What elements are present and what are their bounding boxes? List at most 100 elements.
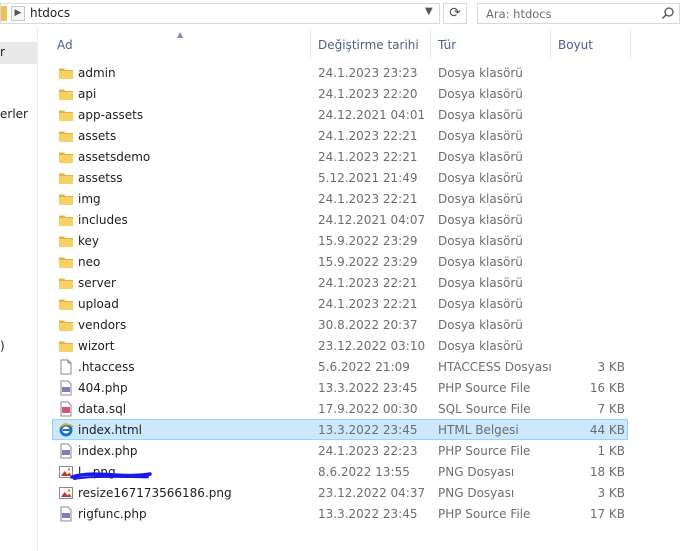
search-input[interactable] xyxy=(486,6,656,21)
file-row[interactable]: assets 24.1.2023 22:21 Dosya klasörü xyxy=(52,125,628,146)
file-date: 24.1.2023 22:20 xyxy=(318,87,418,101)
sql-file-icon xyxy=(58,401,74,417)
file-row[interactable]: data.sql 17.9.2022 00:30 SQL Source File 7 … xyxy=(52,398,628,419)
file-row[interactable]: neo 15.9.2022 23:29 Dosya klasörü xyxy=(52,251,628,272)
chevron-right-icon[interactable]: ▶ xyxy=(11,6,25,21)
file-row[interactable]: admin 24.1.2023 23:23 Dosya klasörü xyxy=(52,62,628,83)
refresh-icon: ⟳ xyxy=(449,5,461,21)
column-divider[interactable] xyxy=(310,30,311,58)
file-type: Dosya klasörü xyxy=(438,339,523,353)
file-date: 5.6.2022 21:09 xyxy=(318,360,410,374)
file-name: server xyxy=(78,276,116,290)
address-bar[interactable]: ▶ htdocs ▼ xyxy=(0,3,440,24)
file-type: Dosya klasörü xyxy=(438,171,523,185)
php-file-icon xyxy=(58,443,74,459)
file-row[interactable]: upload 24.1.2023 22:21 Dosya klasörü xyxy=(52,293,628,314)
column-header-name[interactable]: Ad xyxy=(57,38,73,52)
folder-icon xyxy=(58,128,74,144)
file-type: Dosya klasörü xyxy=(438,213,523,227)
file-size: 1 KB xyxy=(597,444,625,458)
file-size: 17 KB xyxy=(589,507,625,521)
file-name: resize167173566186.png xyxy=(78,486,232,500)
file-size: 3 KB xyxy=(597,486,625,500)
navigation-pane: r erler ) xyxy=(0,28,38,551)
file-date: 5.12.2021 21:49 xyxy=(318,171,418,185)
folder-icon xyxy=(58,191,74,207)
column-divider[interactable] xyxy=(630,30,631,58)
file-date: 13.3.2022 23:45 xyxy=(318,381,418,395)
file-type: Dosya klasörü xyxy=(438,234,523,248)
file-name: key xyxy=(78,234,100,248)
column-header-type[interactable]: Tür xyxy=(438,38,456,52)
file-type: PNG Dosyası xyxy=(438,465,515,479)
nav-selected-item[interactable] xyxy=(0,42,37,64)
folder-icon xyxy=(58,275,74,291)
folder-icon xyxy=(58,65,74,81)
file-name: admin xyxy=(78,66,116,80)
file-size: 3 KB xyxy=(597,360,625,374)
chevron-down-icon[interactable]: ▼ xyxy=(425,6,433,17)
file-row[interactable]: rigfunc.php 13.3.2022 23:45 PHP Source Fil… xyxy=(52,503,628,524)
file-row[interactable]: index.html 13.3.2022 23:45 HTML Belgesi 44 … xyxy=(52,419,628,440)
file-row[interactable]: app-assets 24.12.2021 04:01 Dosya klasörü xyxy=(52,104,628,125)
file-name: upload xyxy=(78,297,119,311)
column-divider[interactable] xyxy=(430,30,431,58)
file-row[interactable]: assetsdemo 24.1.2023 22:21 Dosya klasörü xyxy=(52,146,628,167)
file-date: 24.12.2021 04:01 xyxy=(318,108,426,122)
file-date: 24.1.2023 22:23 xyxy=(318,444,418,458)
file-name: img xyxy=(78,192,101,206)
column-headers: ▲ Ad Değiştirme tarihi Tür Boyut xyxy=(40,30,640,58)
file-date: 24.1.2023 22:21 xyxy=(318,276,418,290)
file-name: 404.php xyxy=(78,381,128,395)
file-date: 17.9.2022 00:30 xyxy=(318,402,418,416)
file-type: Dosya klasörü xyxy=(438,150,523,164)
file-row[interactable]: key 15.9.2022 23:29 Dosya klasörü xyxy=(52,230,628,251)
column-divider[interactable] xyxy=(550,30,551,58)
file-type: Dosya klasörü xyxy=(438,66,523,80)
file-row[interactable]: wizort 23.12.2022 03:10 Dosya klasörü xyxy=(52,335,628,356)
file-date: 23.12.2022 03:10 xyxy=(318,339,426,353)
folder-icon xyxy=(58,233,74,249)
file-name: api xyxy=(78,87,97,101)
folder-icon xyxy=(58,296,74,312)
file-type: SQL Source File xyxy=(438,402,531,416)
file-name: assetsdemo xyxy=(78,150,151,164)
folder-icon xyxy=(58,149,74,165)
file-name: app-assets xyxy=(78,108,144,122)
folder-icon xyxy=(58,317,74,333)
file-date: 30.8.2022 20:37 xyxy=(318,318,418,332)
file-name: assets xyxy=(78,129,117,143)
file-type: Dosya klasörü xyxy=(438,192,523,206)
nav-item[interactable]: erler xyxy=(0,107,28,121)
column-header-date[interactable]: Değiştirme tarihi xyxy=(318,38,419,52)
sort-ascending-icon: ▲ xyxy=(177,30,184,39)
file-name: wizort xyxy=(78,339,115,353)
file-date: 24.1.2023 22:21 xyxy=(318,192,418,206)
file-type: Dosya klasörü xyxy=(438,87,523,101)
refresh-button[interactable]: ⟳ xyxy=(443,3,467,24)
file-row[interactable]: api 24.1.2023 22:20 Dosya klasörü xyxy=(52,83,628,104)
address-path[interactable]: htdocs xyxy=(30,6,70,20)
nav-item[interactable]: ) xyxy=(0,339,5,353)
file-row[interactable]: assetss 5.12.2021 21:49 Dosya klasörü xyxy=(52,167,628,188)
file-row[interactable]: .htaccess 5.6.2022 21:09 HTACCESS Dosyası 3… xyxy=(52,356,628,377)
file-date: 13.3.2022 23:45 xyxy=(318,507,418,521)
file-row[interactable]: vendors 30.8.2022 20:37 Dosya klasörü xyxy=(52,314,628,335)
file-row[interactable]: index.php 24.1.2023 22:23 PHP Source File 1… xyxy=(52,440,628,461)
folder-icon xyxy=(58,107,74,123)
file-name: index.html xyxy=(78,423,142,437)
file-name: index.php xyxy=(78,444,138,458)
nav-item[interactable]: r xyxy=(0,45,5,59)
file-date: 15.9.2022 23:29 xyxy=(318,255,418,269)
search-box[interactable] xyxy=(477,3,680,24)
file-row[interactable]: server 24.1.2023 22:21 Dosya klasörü xyxy=(52,272,628,293)
column-header-size[interactable]: Boyut xyxy=(558,38,593,52)
file-row[interactable]: includes 24.12.2021 04:07 Dosya klasörü xyxy=(52,209,628,230)
search-icon[interactable] xyxy=(661,6,675,20)
file-date: 15.9.2022 23:29 xyxy=(318,234,418,248)
file-date: 24.1.2023 22:21 xyxy=(318,150,418,164)
html-file-icon xyxy=(58,422,74,438)
file-row[interactable]: resize167173566186.png 23.12.2022 04:37 PN… xyxy=(52,482,628,503)
file-row[interactable]: img 24.1.2023 22:21 Dosya klasörü xyxy=(52,188,628,209)
file-row[interactable]: 404.php 13.3.2022 23:45 PHP Source File 16 … xyxy=(52,377,628,398)
